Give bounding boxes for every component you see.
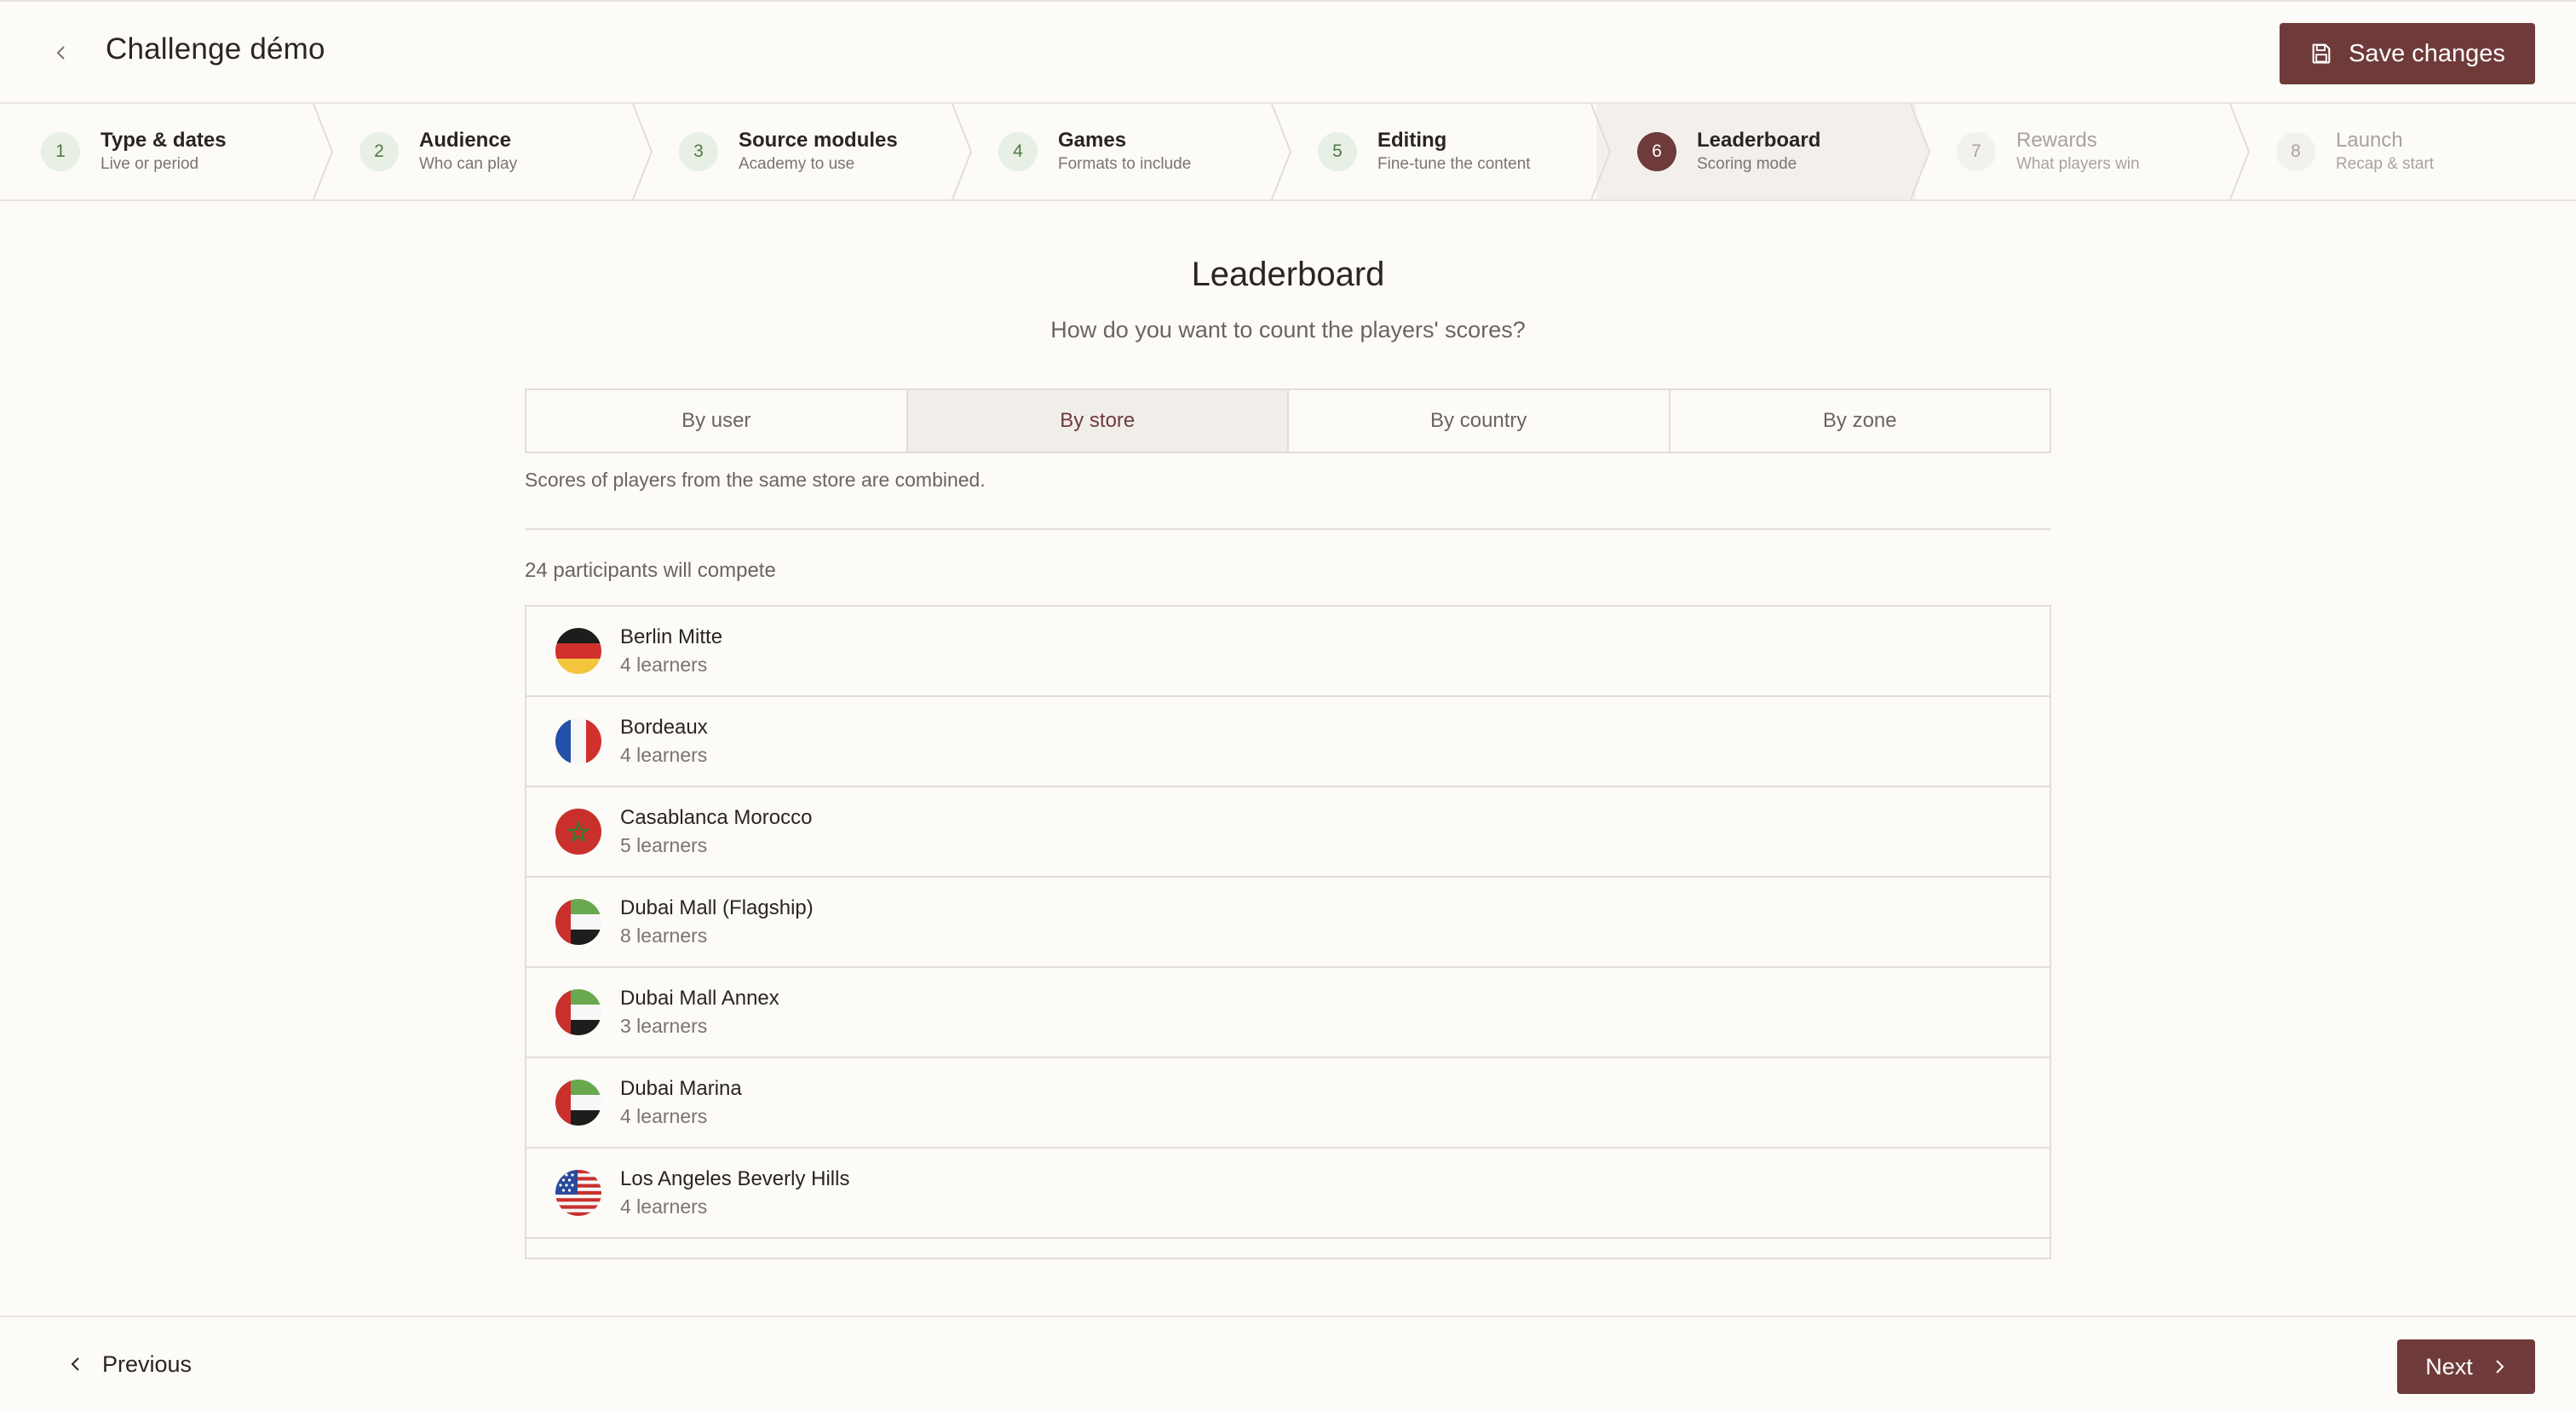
scoring-mode-description: Scores of players from the same store ar… [525, 469, 986, 491]
learner-count: 4 learners [620, 1195, 708, 1218]
top-bar: Challenge démo Save changes [0, 0, 2576, 104]
section-title: Leaderboard [1191, 256, 1385, 293]
chevron-left-icon [56, 46, 65, 60]
back-button[interactable] [44, 36, 78, 70]
list-item: Bordeaux 4 learners [526, 697, 2050, 787]
option-by-zone[interactable]: By zone [1670, 390, 2050, 452]
step-title: Rewards [2016, 129, 2097, 152]
learner-count: 4 learners [620, 744, 708, 766]
save-icon [2312, 43, 2331, 64]
option-by-country[interactable]: By country [1289, 390, 1670, 452]
previous-label: Previous [102, 1351, 193, 1377]
step-subtitle: Fine-tune the content [1377, 155, 1531, 173]
step-number: 6 [1637, 132, 1676, 171]
chevron-left-icon [71, 1357, 79, 1371]
step-games[interactable]: 4 Games Formats to include [957, 104, 1292, 199]
step-subtitle: Who can play [419, 155, 518, 173]
morocco-flag-icon [555, 809, 601, 855]
list-item: Casablanca Morocco 5 learners [526, 787, 2050, 878]
divider [525, 528, 2051, 530]
chevron-right-icon [2496, 1360, 2504, 1374]
learner-count: 3 learners [620, 1015, 708, 1037]
section-subtitle: How do you want to count the players' sc… [1050, 317, 1526, 343]
next-button[interactable]: Next [2397, 1339, 2535, 1394]
step-number: 3 [679, 132, 718, 171]
step-number: 5 [1318, 132, 1357, 171]
step-number: 7 [1957, 132, 1996, 171]
france-flag-icon [555, 718, 601, 764]
step-type-dates[interactable]: 1 Type & dates Live or period [0, 104, 334, 199]
step-title: Source modules [739, 129, 898, 152]
save-changes-button[interactable]: Save changes [2280, 23, 2535, 84]
store-name: Casablanca Morocco [620, 806, 813, 829]
step-audience[interactable]: 2 Audience Who can play [319, 104, 653, 199]
step-title: Type & dates [101, 129, 227, 152]
page-title: Challenge démo [106, 32, 325, 66]
uae-flag-icon [555, 989, 601, 1035]
uae-flag-icon [555, 1080, 601, 1126]
store-name: Dubai Mall (Flagship) [620, 896, 814, 919]
step-number: 1 [41, 132, 80, 171]
wizard-stepper: 1 Type & dates Live or period 2 Audience… [0, 104, 2576, 201]
list-item: Dubai Marina 4 learners [526, 1058, 2050, 1149]
store-name: Berlin Mitte [620, 625, 723, 648]
step-title: Editing [1377, 129, 1447, 152]
list-item: Dubai Mall Annex 3 learners [526, 968, 2050, 1058]
step-number: 4 [998, 132, 1038, 171]
list-item: Los Angeles Beverly Hills 4 learners [526, 1149, 2050, 1239]
step-title: Games [1058, 129, 1127, 152]
step-number: 8 [2276, 132, 2315, 171]
step-separator [1909, 104, 1931, 199]
step-separator [2229, 104, 2251, 199]
store-name: Bordeaux [620, 716, 708, 739]
step-source-modules[interactable]: 3 Source modules Academy to use [638, 104, 973, 199]
next-label: Next [2425, 1353, 2473, 1379]
option-by-store[interactable]: By store [907, 390, 1289, 452]
save-changes-label: Save changes [2349, 39, 2505, 67]
store-name: Los Angeles Beverly Hills [620, 1167, 850, 1190]
step-subtitle: Formats to include [1058, 155, 1192, 173]
learner-count: 8 learners [620, 924, 708, 947]
step-title: Launch [2336, 129, 2403, 152]
step-subtitle: Live or period [101, 155, 199, 173]
step-separator [632, 104, 653, 199]
store-name: Dubai Mall Annex [620, 987, 779, 1010]
step-subtitle: What players win [2016, 155, 2140, 173]
step-launch[interactable]: 8 Launch Recap & start [2235, 104, 2576, 199]
step-subtitle: Recap & start [2336, 155, 2435, 173]
learner-count: 5 learners [620, 834, 708, 856]
scoring-mode-selector: By user By store By country By zone [525, 389, 2051, 453]
usa-flag-icon [555, 1170, 601, 1216]
store-list[interactable]: Berlin Mitte 4 learners Bordeaux 4 learn… [525, 605, 2051, 1259]
step-editing[interactable]: 5 Editing Fine-tune the content [1277, 104, 1612, 199]
step-leaderboard[interactable]: 6 Leaderboard Scoring mode [1596, 104, 1931, 199]
germany-flag-icon [555, 628, 601, 674]
step-subtitle: Scoring mode [1697, 155, 1797, 173]
step-number: 2 [359, 132, 399, 171]
list-item: Dubai Mall (Flagship) 8 learners [526, 878, 2050, 968]
list-item: Berlin Mitte 4 learners [526, 607, 2050, 697]
participants-count: 24 participants will compete [525, 559, 776, 582]
step-separator [1271, 104, 1292, 199]
store-name: Dubai Marina [620, 1077, 742, 1100]
step-title: Leaderboard [1697, 129, 1821, 152]
footer-bar: Previous Next [0, 1316, 2576, 1411]
step-separator [313, 104, 334, 199]
step-separator [952, 104, 973, 199]
step-subtitle: Academy to use [739, 155, 855, 173]
step-title: Audience [419, 129, 512, 152]
option-by-user[interactable]: By user [526, 390, 908, 452]
learner-count: 4 learners [620, 1105, 708, 1127]
step-separator [1590, 104, 1612, 199]
step-rewards[interactable]: 7 Rewards What players win [1916, 104, 2251, 199]
uae-flag-icon [555, 899, 601, 945]
previous-button[interactable]: Previous [68, 1343, 192, 1385]
learner-count: 4 learners [620, 654, 708, 676]
